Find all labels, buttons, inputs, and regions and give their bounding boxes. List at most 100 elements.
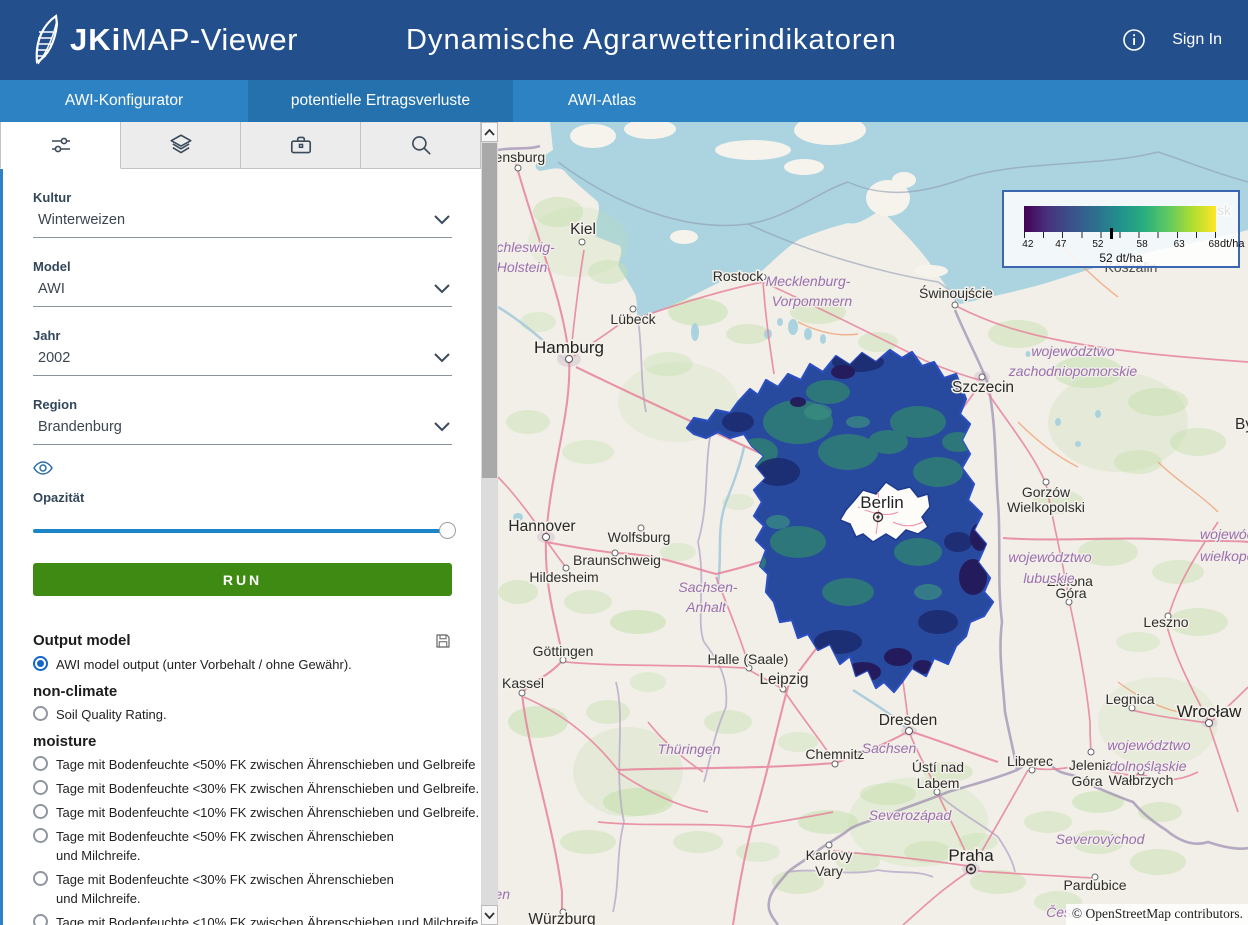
opacity-slider[interactable] [33,523,452,539]
radio-button[interactable] [33,914,48,925]
svg-text:Świnoujście: Świnoujście [919,284,993,301]
field-model: Model AWI [33,259,452,307]
slider-track [33,529,452,533]
tab-awi-konfigurator[interactable]: AWI-Konfigurator [0,80,248,122]
save-icon[interactable] [434,632,452,650]
radio-button[interactable] [33,828,48,843]
scrollbar-thumb[interactable] [482,143,497,478]
city-label: Würzburg [528,909,595,925]
nonclimate-heading: non-climate [33,683,452,700]
radio-button[interactable] [33,706,48,721]
jahr-select[interactable]: 2002 [33,343,452,376]
tab-toolbox[interactable] [241,122,361,169]
layer-visibility-toggle[interactable] [33,461,452,480]
svg-text:Hannover: Hannover [508,518,575,535]
sign-in-button[interactable]: Sign In [1172,31,1222,49]
logo-text: JKi [70,22,121,58]
radio-moisture-3[interactable]: Tage mit Bodenfeuchte <10% FK zwischen Ä… [33,803,452,822]
svg-text:Legnica: Legnica [1105,691,1154,707]
radio-moisture-5[interactable]: Tage mit Bodenfeuchte <30% FK zwischen Ä… [33,870,452,908]
radio-moisture-1[interactable]: Tage mit Bodenfeuchte <50% FK zwischen Ä… [33,755,452,774]
scroll-up-button[interactable] [481,122,498,142]
osm-attribution[interactable]: © OpenStreetMap contributors. [1066,904,1248,925]
svg-text:Niedersachsen: Niedersachsen [498,886,510,902]
tab-filters[interactable] [0,122,121,169]
svg-text:Liberec: Liberec [1007,753,1053,769]
radio-moisture-6[interactable]: Tage mit Bodenfeuchte <10% FK zwischen Ä… [33,913,452,925]
tab-search[interactable] [361,122,481,169]
city-label: Bydgoszcz [1235,416,1248,433]
radio-button[interactable] [33,756,48,771]
svg-text:zachodniopomorskie: zachodniopomorskie [1008,363,1138,379]
radio-moisture-2[interactable]: Tage mit Bodenfeuchte <30% FK zwischen Ä… [33,779,452,798]
svg-text:Lübeck: Lübeck [610,311,656,327]
svg-text:Holstein: Holstein [498,259,547,275]
radio-button[interactable] [33,804,48,819]
radio-button[interactable] [33,780,48,795]
svg-text:Braunschweig: Braunschweig [573,552,661,568]
sliders-icon [49,133,73,157]
svg-text:Göttingen: Göttingen [533,643,594,659]
field-label: Model [33,259,452,274]
radio-button[interactable] [33,871,48,886]
model-select[interactable]: AWI [33,274,452,307]
svg-text:wielkopolskie: wielkopolskie [1200,548,1248,564]
svg-text:Sachsen: Sachsen [862,740,917,756]
svg-text:Leszno: Leszno [1143,614,1188,630]
tab-layers[interactable] [121,122,241,169]
svg-text:Mecklenburg-: Mecklenburg- [766,273,851,289]
radio-button[interactable] [33,656,48,671]
svg-text:Wolfsburg: Wolfsburg [608,529,671,545]
svg-text:lubuskie: lubuskie [1023,570,1075,586]
scroll-down-button[interactable] [481,905,498,925]
svg-text:Anhalt: Anhalt [685,599,727,615]
svg-text:Ústí nad: Ústí nad [912,759,964,775]
legend-current-marker [1110,228,1113,239]
slider-handle[interactable] [439,522,456,539]
search-icon [408,132,434,158]
svg-text:województwo: województwo [1031,343,1114,359]
eye-icon [33,461,53,475]
legend-current-value: 52 dt/ha [1004,251,1238,265]
svg-text:Jelenia: Jelenia [1069,757,1114,773]
jki-map-viewer-window: JKi MAP-Viewer Dynamische Agrarwetterind… [0,0,1248,925]
svg-text:Karlovy: Karlovy [806,847,853,863]
layers-icon [168,132,194,158]
svg-text:Kassel: Kassel [502,675,544,691]
svg-text:dolnośląskie: dolnośląskie [1109,758,1186,774]
region-select[interactable]: Brandenburg [33,412,452,445]
tab-potentielle-ertragsverluste[interactable]: potentielle Ertragsverluste [248,80,513,122]
moisture-heading: moisture [33,733,452,750]
radio-moisture-4[interactable]: Tage mit Bodenfeuchte <50% FK zwischen Ä… [33,827,452,865]
svg-text:Wałbrzych: Wałbrzych [1109,772,1174,788]
radio-soil-quality[interactable]: Soil Quality Rating. [33,705,452,724]
chevron-up-icon [484,129,495,136]
chevron-down-icon [484,912,495,919]
city-label: Pardubice [1063,874,1126,893]
jki-logo[interactable]: JKi MAP-Viewer [26,14,298,66]
legend-ticks [1024,232,1216,238]
svg-text:Pardubice: Pardubice [1063,877,1126,893]
map-legend: 42 47 52 58 63 68 dt/ha 52 dt/ha [1002,190,1240,268]
svg-text:Hamburg: Hamburg [534,338,604,357]
svg-text:Berlin: Berlin [860,493,903,512]
tab-awi-atlas[interactable]: AWI-Atlas [513,80,691,122]
run-button[interactable]: RUN [33,563,452,596]
toolbox-icon [288,132,314,158]
radio-awi-model-output[interactable]: AWI model output (unter Vorbehalt / ohne… [33,655,452,674]
sidebar-scrollbar[interactable] [481,122,498,925]
map-canvas[interactable]: Flensburg Kiel Lübeck Hamburg Rostock Św… [498,122,1248,925]
kultur-select[interactable]: Winterweizen [33,205,452,238]
sidebar-tab-strip [0,122,481,169]
chevron-down-icon [434,422,450,432]
field-jahr: Jahr 2002 [33,328,452,376]
city-label: Ústí nadLabem [912,759,964,795]
field-label: Region [33,397,452,412]
svg-text:Gorzów: Gorzów [1022,484,1071,500]
svg-text:Leipzig: Leipzig [759,671,808,688]
info-icon[interactable] [1122,28,1146,52]
svg-text:województwo: województwo [1008,549,1091,565]
config-sidebar: Kultur Winterweizen Model AWI Jahr 2002 [0,122,481,925]
field-label: Kultur [33,190,452,205]
svg-text:Dresden: Dresden [879,712,938,729]
